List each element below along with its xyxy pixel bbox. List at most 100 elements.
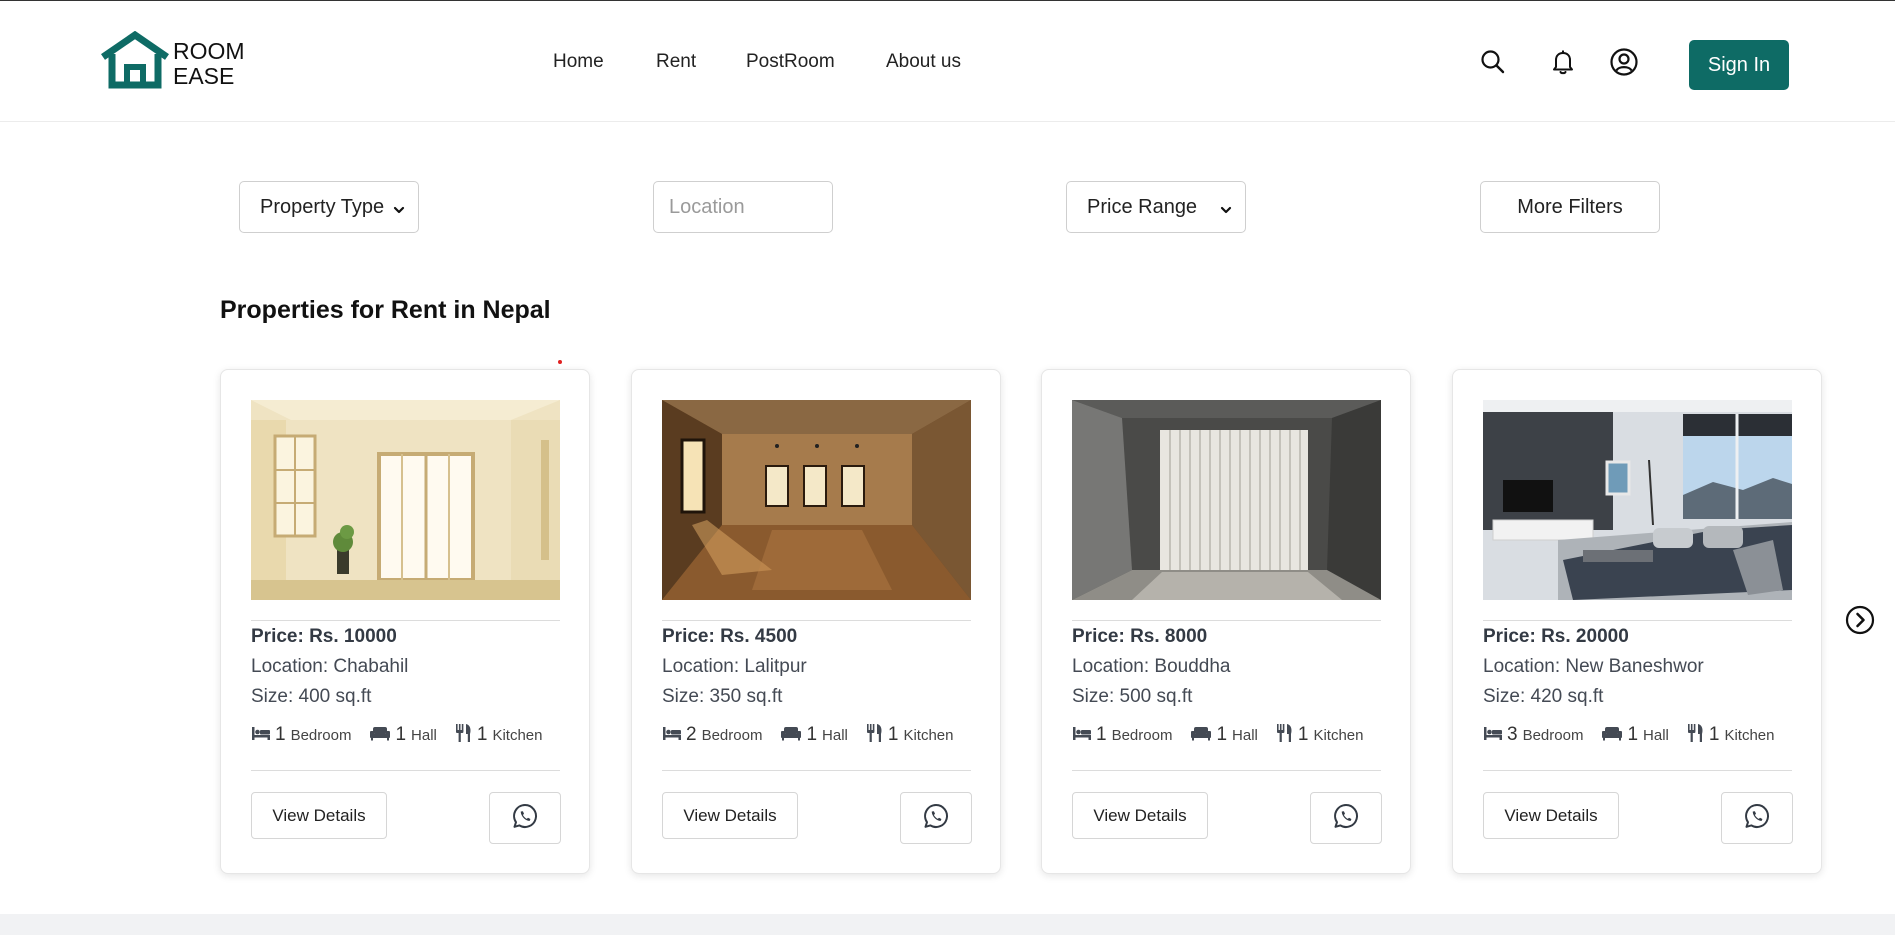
divider bbox=[1483, 770, 1792, 771]
price-range-value: Price Range bbox=[1087, 195, 1198, 218]
bed-icon bbox=[662, 725, 682, 745]
property-type-select[interactable]: Property Type bbox=[239, 181, 419, 233]
whatsapp-button[interactable] bbox=[489, 792, 561, 844]
brand-name-line2: EASE bbox=[173, 63, 235, 89]
view-details-button[interactable]: View Details bbox=[251, 792, 387, 839]
nav-item-rent[interactable]: Rent bbox=[656, 51, 696, 73]
amenity-kitchen: 1 Kitchen bbox=[1687, 723, 1775, 747]
utensils-icon bbox=[1276, 723, 1294, 747]
amenity-hall: 1 Hall bbox=[780, 724, 848, 746]
amenity-hall: 1 Hall bbox=[369, 724, 437, 746]
section-title: Properties for Rent in Nepal bbox=[220, 296, 551, 324]
location-input[interactable] bbox=[653, 181, 833, 233]
nav-item-about-us[interactable]: About us bbox=[886, 51, 961, 73]
brand-logo[interactable]: ROOM EASE bbox=[99, 31, 249, 91]
user-circle-icon[interactable] bbox=[1609, 47, 1639, 77]
bedroom-count: 2 bbox=[686, 724, 697, 745]
property-card: Price: Rs. 4500 Location: Lalitpur Size:… bbox=[631, 369, 1001, 874]
nav-item-postroom[interactable]: PostRoom bbox=[746, 51, 835, 73]
property-amenities: 2 Bedroom 1 Hall 1 Kitchen bbox=[662, 723, 972, 747]
site-header: ROOM EASE Home Rent PostRoom About us Si… bbox=[0, 1, 1895, 122]
divider bbox=[1072, 620, 1381, 621]
property-photo[interactable] bbox=[1072, 400, 1381, 600]
utensils-icon bbox=[455, 723, 473, 747]
chevron-down-icon bbox=[392, 200, 406, 223]
nav-item-home[interactable]: Home bbox=[553, 51, 604, 73]
footer-band bbox=[0, 914, 1895, 935]
whatsapp-icon bbox=[922, 802, 950, 835]
bed-icon bbox=[1072, 725, 1092, 745]
divider bbox=[662, 770, 971, 771]
property-card: Price: Rs. 20000 Location: New Baneshwor… bbox=[1452, 369, 1822, 874]
whatsapp-button[interactable] bbox=[900, 792, 972, 844]
property-size: Size: 500 sq.ft bbox=[1072, 686, 1193, 707]
whatsapp-icon bbox=[1332, 802, 1360, 835]
kitchen-label: Kitchen bbox=[903, 726, 954, 744]
amenity-bedroom: 1 Bedroom bbox=[251, 724, 351, 746]
couch-icon bbox=[780, 725, 802, 745]
view-details-button[interactable]: View Details bbox=[662, 792, 798, 839]
property-price: Price: Rs. 4500 bbox=[662, 626, 798, 647]
bed-icon bbox=[251, 725, 271, 745]
property-price: Price: Rs. 20000 bbox=[1483, 626, 1629, 647]
red-dot bbox=[558, 360, 562, 364]
bedroom-label: Bedroom bbox=[290, 726, 352, 744]
house-logo-icon bbox=[101, 31, 169, 89]
kitchen-count: 1 bbox=[1708, 724, 1720, 745]
kitchen-label: Kitchen bbox=[1313, 726, 1364, 744]
property-price: Price: Rs. 8000 bbox=[1072, 626, 1208, 647]
property-photo[interactable] bbox=[662, 400, 971, 600]
hall-count: 1 bbox=[1627, 724, 1639, 745]
amenity-kitchen: 1 Kitchen bbox=[866, 723, 954, 747]
hall-count: 1 bbox=[395, 724, 407, 745]
hall-label: Hall bbox=[822, 726, 848, 744]
property-amenities: 1 Bedroom 1 Hall 1 Kitchen bbox=[251, 723, 561, 747]
property-price: Price: Rs. 10000 bbox=[251, 626, 397, 647]
property-photo[interactable] bbox=[251, 400, 560, 600]
divider bbox=[662, 620, 971, 621]
property-location: Location: Lalitpur bbox=[662, 656, 807, 677]
chevron-down-icon bbox=[1219, 200, 1233, 223]
kitchen-count: 1 bbox=[887, 724, 899, 745]
utensils-icon bbox=[866, 723, 884, 747]
price-range-select[interactable]: Price Range bbox=[1066, 181, 1246, 233]
bedroom-label: Bedroom bbox=[701, 726, 763, 744]
brand-name: ROOM EASE bbox=[173, 39, 245, 89]
bedroom-label: Bedroom bbox=[1111, 726, 1173, 744]
bedroom-count: 1 bbox=[275, 724, 286, 745]
bedroom-count: 3 bbox=[1507, 724, 1518, 745]
divider bbox=[1072, 770, 1381, 771]
bell-icon[interactable] bbox=[1548, 47, 1578, 77]
view-details-button[interactable]: View Details bbox=[1483, 792, 1619, 839]
property-size: Size: 420 sq.ft bbox=[1483, 686, 1604, 707]
carousel-next-icon[interactable] bbox=[1845, 605, 1875, 635]
property-photo[interactable] bbox=[1483, 400, 1792, 600]
kitchen-label: Kitchen bbox=[492, 726, 543, 744]
whatsapp-button[interactable] bbox=[1310, 792, 1382, 844]
sign-in-button[interactable]: Sign In bbox=[1689, 40, 1789, 90]
divider bbox=[251, 620, 560, 621]
property-size: Size: 350 sq.ft bbox=[662, 686, 783, 707]
amenity-kitchen: 1 Kitchen bbox=[1276, 723, 1364, 747]
amenity-bedroom: 3 Bedroom bbox=[1483, 724, 1583, 746]
amenity-hall: 1 Hall bbox=[1190, 724, 1258, 746]
search-icon[interactable] bbox=[1478, 47, 1508, 77]
divider bbox=[1483, 620, 1792, 621]
view-details-button[interactable]: View Details bbox=[1072, 792, 1208, 839]
property-location: Location: Bouddha bbox=[1072, 656, 1231, 677]
couch-icon bbox=[369, 725, 391, 745]
amenity-bedroom: 1 Bedroom bbox=[1072, 724, 1172, 746]
kitchen-label: Kitchen bbox=[1724, 726, 1775, 744]
utensils-icon bbox=[1687, 723, 1705, 747]
kitchen-count: 1 bbox=[1297, 724, 1309, 745]
more-filters-button[interactable]: More Filters bbox=[1480, 181, 1660, 233]
amenity-kitchen: 1 Kitchen bbox=[455, 723, 543, 747]
property-card: Price: Rs. 8000 Location: Bouddha Size: … bbox=[1041, 369, 1411, 874]
whatsapp-button[interactable] bbox=[1721, 792, 1793, 844]
property-amenities: 1 Bedroom 1 Hall 1 Kitchen bbox=[1072, 723, 1382, 747]
bedroom-label: Bedroom bbox=[1522, 726, 1584, 744]
whatsapp-icon bbox=[1743, 802, 1771, 835]
property-location: Location: New Baneshwor bbox=[1483, 656, 1704, 677]
couch-icon bbox=[1601, 725, 1623, 745]
hall-count: 1 bbox=[1216, 724, 1228, 745]
